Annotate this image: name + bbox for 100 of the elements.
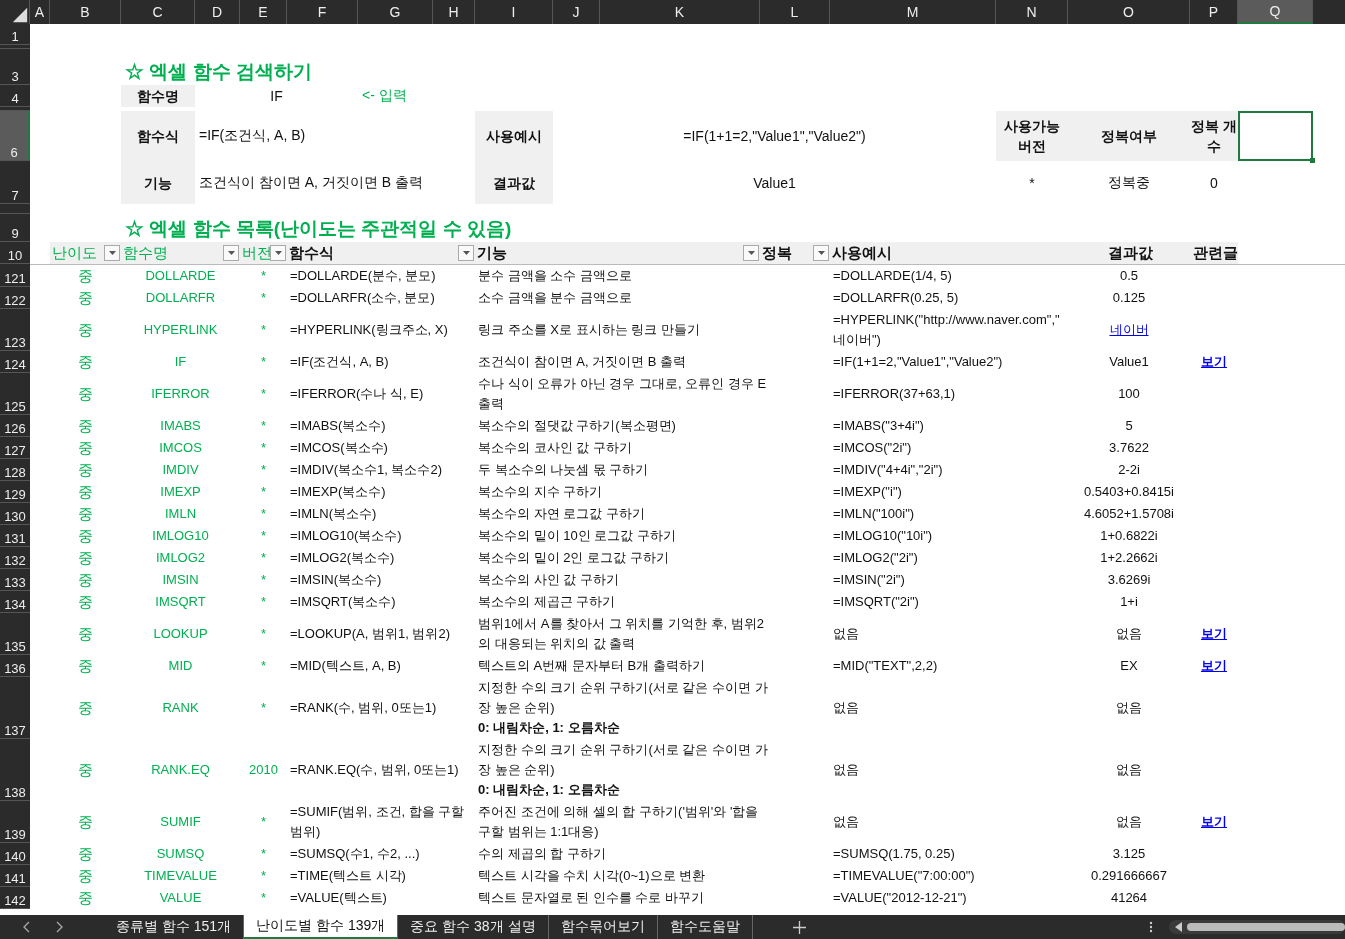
row-header[interactable]: 133 [0,569,30,591]
related-post-link[interactable]: 보기 [1201,656,1227,676]
row-header[interactable]: 7 [0,161,30,204]
result-text: 1+0.6822i [1100,527,1158,545]
formula-cell-text: =SUMSQ(수1, 수2, ...) [289,845,421,863]
column-header[interactable]: D [195,0,240,24]
related-post-link[interactable]: 보기 [1201,624,1227,644]
add-sheet-icon[interactable] [792,920,806,934]
scrollbar-thumb[interactable] [1187,923,1345,931]
column-header[interactable]: Q [1238,0,1313,24]
description-text: 조건식이 참이면 A, 거짓이면 B 출력 [478,353,686,371]
column-header[interactable]: N [996,0,1068,24]
horizontal-scrollbar[interactable] [1169,920,1345,934]
function-name-cell-text: IMABS [159,417,202,435]
row-header[interactable]: 123 [0,309,30,351]
difficulty-cell-text: 중 [77,624,94,644]
filter-button[interactable] [743,245,759,261]
column-header[interactable]: M [830,0,996,24]
column-header[interactable]: E [240,0,287,24]
function-name-input[interactable]: IF [195,85,358,107]
row-header[interactable]: 138 [0,739,30,801]
filter-button[interactable] [223,245,239,261]
example-cell-text: =HYPERLINK("http://www.naver.com","네이버") [832,311,1061,349]
version-cell-text: 2010 [248,761,279,779]
row-header[interactable]: 140 [0,843,30,865]
difficulty-cell-text: 중 [77,288,94,308]
value-cell-text: =IF(조건식, A, B) [198,126,307,145]
column-header[interactable]: J [553,0,600,24]
row-header[interactable]: 141 [0,865,30,887]
more-options-icon[interactable] [1149,921,1153,933]
row-header[interactable]: 130 [0,503,30,525]
active-cell[interactable] [1238,111,1313,161]
difficulty-cell-text: 중 [77,812,94,832]
value-cell-text: * [1028,173,1036,193]
row-header[interactable]: 137 [0,677,30,739]
row-header[interactable]: 127 [0,437,30,459]
row-header[interactable]: 128 [0,459,30,481]
next-sheet-icon[interactable] [54,921,64,933]
row-header[interactable]: 125 [0,373,30,415]
row-header[interactable]: 129 [0,481,30,503]
previous-sheet-icon[interactable] [22,921,32,933]
related-post-link[interactable]: 보기 [1201,812,1227,832]
description-text: 복소수의 자연 로그값 구하기 [478,505,645,523]
function-name-cell-text: VALUE [158,889,203,907]
column-header[interactable]: C [121,0,195,24]
column-header[interactable]: F [287,0,358,24]
function-name-cell-text: IFERROR [150,385,211,403]
row-header[interactable]: 10 [0,242,30,264]
example-cell-text: =IMLN("100i") [832,505,916,523]
version-cell-text: * [259,321,268,339]
filter-button[interactable] [270,245,286,261]
description-text: 복소수의 제곱근 구하기 [478,593,616,611]
formula-cell-text: =IF(조건식, A, B) [289,353,390,371]
version-cell-text: * [259,289,268,307]
row-header[interactable]: 136 [0,655,30,677]
row-header[interactable]: 131 [0,525,30,547]
example-cell-text: =VALUE("2012-12-21") [832,889,968,907]
row-header[interactable]: 121 [0,265,30,287]
related-post-link[interactable]: 보기 [1201,352,1227,372]
column-header[interactable]: I [475,0,553,24]
column-header[interactable]: L [760,0,830,24]
row-header[interactable]: 6 [0,111,30,161]
value-cell-text: 0 [1209,173,1219,193]
filter-button[interactable] [458,245,474,261]
difficulty-cell-text: 중 [77,416,94,436]
result-text: 100 [1118,385,1140,403]
result-text: 0.5 [1119,267,1139,285]
column-header[interactable]: G [358,0,433,24]
column-header[interactable]: H [433,0,475,24]
difficulty-cell-text: 중 [77,844,94,864]
row-header[interactable]: 9 [0,214,30,242]
row-header[interactable]: 1 [0,24,30,45]
column-header[interactable]: O [1068,0,1190,24]
row-header[interactable]: 124 [0,351,30,373]
sheet-tab[interactable]: 난이도별 함수 139개 [244,915,399,939]
function-name-cell-text: TIMEVALUE [143,867,218,885]
row-header[interactable]: 122 [0,287,30,309]
filter-button[interactable] [104,245,120,261]
column-header[interactable]: B [50,0,121,24]
row-header[interactable]: 135 [0,613,30,655]
row-header[interactable]: 3 [0,49,30,85]
description-text: 텍스트 문자열로 된 인수를 수로 바꾸기 [478,889,705,907]
description-note: 0: 내림차순, 1: 오름차순 [478,719,620,737]
row-header[interactable]: 139 [0,801,30,843]
filter-button[interactable] [813,245,829,261]
row-header[interactable]: 142 [0,887,30,909]
row-header[interactable]: 132 [0,547,30,569]
column-header[interactable]: A [30,0,50,24]
row-header[interactable]: 4 [0,85,30,107]
label-cell: 사용예시 [475,111,553,161]
row-header[interactable]: 126 [0,415,30,437]
column-header[interactable]: K [600,0,760,24]
function-name-cell-text: IMSIN [161,571,200,589]
result-text: 없음 [1116,625,1142,643]
row-header[interactable]: 134 [0,591,30,613]
description-text: 분수 금액을 소수 금액으로 [478,267,632,285]
example-cell-text: =IMSQRT("2i") [832,593,920,611]
scroll-left-icon[interactable] [1175,922,1183,932]
result-text: 3.7622 [1109,439,1149,457]
result-link[interactable]: 네이버 [1109,320,1149,340]
